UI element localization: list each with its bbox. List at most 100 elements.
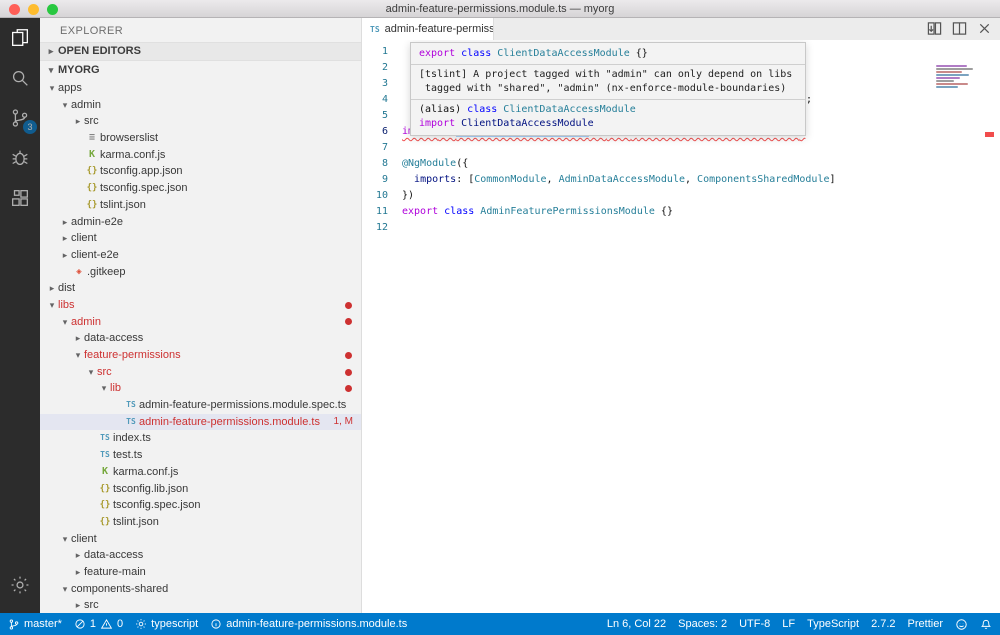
line-content[interactable]: }) — [402, 188, 414, 204]
source-control-icon[interactable]: 3 — [0, 98, 40, 138]
line-content[interactable]: @NgModule({ — [402, 156, 468, 172]
tree-folder-admin-e2e[interactable]: ▸admin-e2e — [40, 214, 361, 231]
tree-file-tsconfig.spec.json[interactable]: {}tsconfig.spec.json — [40, 180, 361, 197]
tree-folder-data-access[interactable]: ▸data-access — [40, 547, 361, 564]
sidebar-title: EXPLORER — [40, 18, 361, 42]
tree-folder-client[interactable]: ▾client — [40, 531, 361, 548]
status-item[interactable]: Ln 6, Col 22 — [607, 618, 666, 630]
tree-file-karma.conf.js[interactable]: Kkarma.conf.js — [40, 464, 361, 481]
maximize-window-button[interactable] — [47, 4, 58, 15]
close-editor-icon[interactable] — [977, 21, 992, 41]
minimize-window-button[interactable] — [28, 4, 39, 15]
error-dot-indicator — [345, 369, 352, 376]
code-line-11[interactable]: 11export class AdminFeaturePermissionsMo… — [362, 204, 1000, 220]
tslint-status[interactable]: typescript — [135, 618, 198, 630]
line-number: 5 — [362, 108, 402, 124]
status-item[interactable]: TypeScript — [807, 618, 859, 630]
tree-folder-data-access[interactable]: ▸data-access — [40, 330, 361, 347]
tslint-label: typescript — [151, 618, 198, 630]
line-number: 9 — [362, 172, 402, 188]
tree-file-browserslist[interactable]: ≡browserslist — [40, 130, 361, 147]
tree-folder-src[interactable]: ▸src — [40, 113, 361, 130]
line-content[interactable]: export class AdminFeaturePermissionsModu… — [402, 204, 673, 220]
tree-item-label: admin — [71, 97, 101, 114]
tree-folder-dist[interactable]: ▸dist — [40, 280, 361, 297]
tree-folder-components-shared[interactable]: ▾components-shared — [40, 581, 361, 598]
titlebar: admin-feature-permissions.module.ts — my… — [0, 0, 1000, 18]
tree-file-tsconfig.spec.json[interactable]: {}tsconfig.spec.json — [40, 497, 361, 514]
tree-folder-client-e2e[interactable]: ▸client-e2e — [40, 247, 361, 264]
open-changes-icon[interactable] — [927, 21, 942, 41]
tree-file-tslint.json[interactable]: {}tslint.json — [40, 514, 361, 531]
scm-badge: 3 — [23, 120, 37, 134]
tree-item-label: lib — [110, 380, 121, 397]
notifications-bell-icon[interactable] — [980, 618, 992, 631]
open-editors-label: OPEN EDITORS — [58, 42, 141, 61]
tree-file-karma.conf.js[interactable]: Kkarma.conf.js — [40, 147, 361, 164]
search-icon[interactable] — [0, 58, 40, 98]
debug-icon[interactable] — [0, 138, 40, 178]
typescript-file-icon: TS — [370, 25, 380, 34]
tree-folder-client[interactable]: ▸client — [40, 230, 361, 247]
status-item[interactable]: LF — [782, 618, 795, 630]
tree-file-admin-feature-permissions.module.spec.ts[interactable]: TSadmin-feature-permissions.module.spec.… — [40, 397, 361, 414]
status-item[interactable]: Spaces: 2 — [678, 618, 727, 630]
tree-file-admin-feature-permissions.module.ts[interactable]: TSadmin-feature-permissions.module.ts1, … — [40, 414, 361, 431]
tree-file-tslint.json[interactable]: {}tslint.json — [40, 197, 361, 214]
minimap[interactable] — [934, 64, 978, 92]
open-editors-section[interactable]: OPEN EDITORS — [40, 42, 361, 61]
code-line-12[interactable]: 12 — [362, 220, 1000, 236]
file-info-status[interactable]: admin-feature-permissions.module.ts — [210, 618, 407, 630]
status-item[interactable]: UTF-8 — [739, 618, 770, 630]
code-area[interactable]: 1234';56import { ClientDataAccessModule … — [362, 40, 1000, 613]
git-branch-status[interactable]: master* — [8, 618, 62, 631]
tree-folder-admin[interactable]: ▾admin — [40, 97, 361, 114]
chevron-down-icon: ▾ — [59, 581, 71, 598]
tree-folder-feature-main[interactable]: ▸feature-main — [40, 564, 361, 581]
list-file-icon: ≡ — [84, 130, 100, 147]
tree-file-tsconfig.lib.json[interactable]: {}tsconfig.lib.json — [40, 481, 361, 498]
code-line-9[interactable]: 9 imports: [CommonModule, AdminDataAcces… — [362, 172, 1000, 188]
activity-bar: 3 — [0, 18, 40, 613]
tree-folder-feature-permissions[interactable]: ▾feature-permissions — [40, 347, 361, 364]
tree-file-index.ts[interactable]: TSindex.ts — [40, 430, 361, 447]
error-dot-indicator — [345, 385, 352, 392]
tree-folder-lib[interactable]: ▾lib — [40, 380, 361, 397]
chevron-right-icon: ▸ — [59, 214, 71, 231]
code-line-7[interactable]: 7 — [362, 140, 1000, 156]
tree-folder-libs[interactable]: ▾libs — [40, 297, 361, 314]
status-item[interactable]: 2.7.2 — [871, 618, 895, 630]
chevron-right-icon: ▸ — [46, 280, 58, 297]
code-line-10[interactable]: 10}) — [362, 188, 1000, 204]
problems-status[interactable]: 1 0 — [74, 618, 123, 630]
split-editor-icon[interactable] — [952, 21, 967, 41]
tab-active-file[interactable]: TS admin-feature-permissions.module.ts — [362, 18, 494, 40]
tree-file-.gitkeep[interactable]: ◈.gitkeep — [40, 264, 361, 281]
tree-folder-apps[interactable]: ▾apps — [40, 80, 361, 97]
sidebar: EXPLORER OPEN EDITORS MYORG ▾apps▾admin▸… — [40, 18, 362, 613]
tree-file-tsconfig.app.json[interactable]: {}tsconfig.app.json — [40, 163, 361, 180]
code-line-8[interactable]: 8@NgModule({ — [362, 156, 1000, 172]
close-window-button[interactable] — [9, 4, 20, 15]
tab-bar: TS admin-feature-permissions.module.ts — [362, 18, 1000, 40]
chevron-down-icon: ▾ — [85, 364, 97, 381]
extensions-icon[interactable] — [0, 178, 40, 218]
tree-file-test.ts[interactable]: TStest.ts — [40, 447, 361, 464]
feedback-smiley-icon[interactable] — [955, 618, 968, 631]
line-content[interactable]: imports: [CommonModule, AdminDataAccessM… — [402, 172, 836, 188]
tree-folder-src[interactable]: ▾src — [40, 364, 361, 381]
explorer-icon[interactable] — [0, 18, 40, 58]
status-item[interactable]: Prettier — [908, 618, 943, 630]
hover-row: (alias) class ClientDataAccessModule — [411, 103, 805, 117]
tree-folder-src[interactable]: ▸src — [40, 597, 361, 613]
tree-folder-admin[interactable]: ▾admin — [40, 314, 361, 331]
vscode-window: admin-feature-permissions.module.ts — my… — [0, 0, 1000, 635]
json-file-icon: {} — [84, 163, 100, 180]
line-number: 3 — [362, 76, 402, 92]
tree-item-label: tslint.json — [113, 514, 159, 531]
hover-rows: export class ClientDataAccessModule {}[t… — [411, 47, 805, 131]
settings-gear-icon[interactable] — [0, 565, 40, 605]
tree-item-label: components-shared — [71, 581, 168, 598]
workspace-root-section[interactable]: MYORG — [40, 61, 361, 80]
tree-item-label: client — [71, 230, 97, 247]
